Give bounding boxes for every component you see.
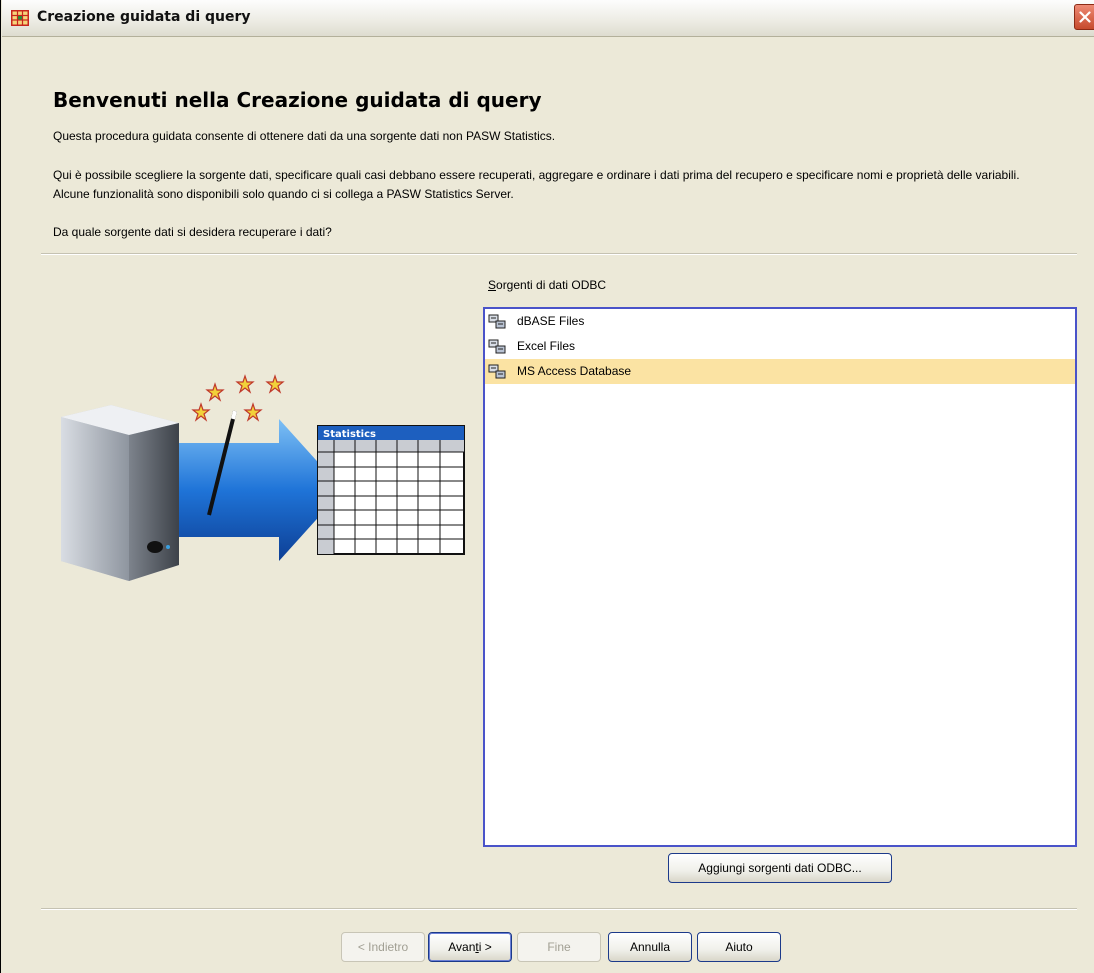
window-title: Creazione guidata di query (37, 9, 251, 25)
server-tower-icon (61, 405, 179, 581)
database-icon (488, 364, 506, 379)
list-item-ms-access[interactable]: MS Access Database (485, 359, 1075, 384)
database-icon (488, 314, 506, 329)
arrow-shape (169, 419, 343, 561)
statistics-table-icon: Statistics (317, 425, 465, 555)
datasources-label: Sorgenti di dati ODBC (488, 278, 607, 292)
list-item-excel[interactable]: Excel Files (485, 334, 1075, 359)
table-caption: Statistics (323, 429, 376, 440)
help-button[interactable]: Aiuto (697, 932, 781, 962)
data-grid-app-icon (11, 10, 29, 26)
add-odbc-datasources-button[interactable]: Aggiungi sorgenti dati ODBC... (668, 853, 892, 883)
datasources-listbox[interactable]: dBASE Files Excel Files MS Access Databa… (483, 307, 1077, 847)
list-item-dbase[interactable]: dBASE Files (485, 309, 1075, 334)
next-button[interactable]: Avanti > (428, 932, 512, 962)
description-text: Qui è possibile scegliere la sorgente da… (53, 168, 1020, 201)
list-item-label: MS Access Database (517, 364, 632, 378)
divider (41, 908, 1077, 910)
page-title: Benvenuti nella Creazione guidata di que… (53, 88, 542, 112)
list-item-label: dBASE Files (517, 314, 585, 328)
close-button[interactable] (1074, 4, 1094, 30)
close-icon (1079, 11, 1091, 23)
list-item-label: Excel Files (517, 339, 576, 353)
sparkle-stars-icon (191, 374, 285, 422)
wizard-illustration: Statistics (61, 374, 465, 581)
divider (41, 253, 1077, 255)
title-bar[interactable]: Creazione guidata di query (2, 0, 1094, 37)
database-icon (488, 339, 506, 354)
query-wizard-window: Creazione guidata di query Benvenuti nel… (0, 0, 1094, 973)
question-text: Da quale sorgente dati si desidera recup… (53, 225, 332, 239)
intro-text: Questa procedura guidata consente di ott… (53, 129, 556, 143)
finish-button[interactable]: Fine (517, 932, 601, 962)
cancel-button[interactable]: Annulla (608, 932, 692, 962)
back-button[interactable]: < Indietro (341, 932, 425, 962)
